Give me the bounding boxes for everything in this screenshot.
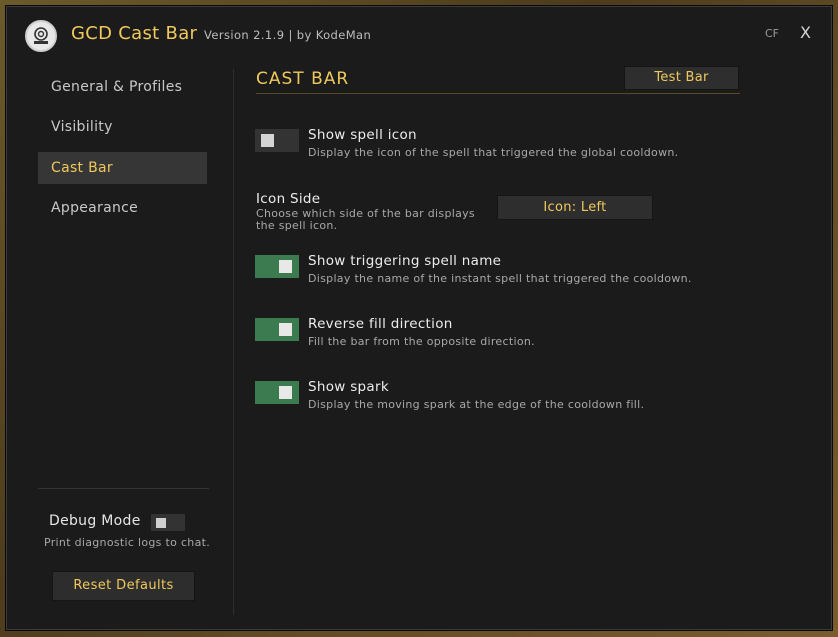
debug-mode-description: Print diagnostic logs to chat.: [44, 536, 211, 549]
sidebar-item-appearance[interactable]: Appearance: [38, 192, 207, 224]
sidebar-item-label: Appearance: [51, 200, 139, 216]
test-bar-button[interactable]: Test Bar: [624, 66, 739, 90]
debug-mode-label: Debug Mode: [49, 513, 141, 529]
addon-logo-icon: [25, 20, 57, 52]
sidebar-item-label: General & Profiles: [51, 79, 183, 95]
toggle-knob: [279, 386, 292, 399]
show-spell-icon-toggle[interactable]: [255, 129, 299, 152]
toggle-knob: [261, 134, 274, 147]
settings-window: GCD Cast Bar Version 2.1.9 | by KodeMan …: [6, 6, 832, 630]
icon-side-label: Icon Side: [256, 191, 321, 207]
section-underline: [256, 93, 740, 94]
show-spark-toggle[interactable]: [255, 381, 299, 404]
show-triggering-spell-name-toggle[interactable]: [255, 255, 299, 278]
reset-defaults-button[interactable]: Reset Defaults: [52, 571, 195, 601]
show-spell-icon-description: Display the icon of the spell that trigg…: [308, 146, 679, 159]
sidebar-item-visibility[interactable]: Visibility: [38, 111, 207, 143]
sidebar-item-label: Cast Bar: [51, 160, 113, 176]
show-spell-icon-label: Show spell icon: [308, 127, 417, 143]
panel-divider: [233, 69, 234, 615]
sidebar-item-label: Visibility: [51, 119, 113, 135]
show-spark-label: Show spark: [308, 379, 389, 395]
reverse-fill-direction-description: Fill the bar from the opposite direction…: [308, 335, 535, 348]
debug-mode-toggle[interactable]: [151, 514, 185, 531]
version-author: Version 2.1.9 | by KodeMan: [204, 28, 372, 42]
app-title: GCD Cast Bar: [71, 23, 198, 44]
cf-button[interactable]: CF: [765, 27, 779, 40]
toggle-knob: [279, 323, 292, 336]
reverse-fill-direction-toggle[interactable]: [255, 318, 299, 341]
show-triggering-spell-name-label: Show triggering spell name: [308, 253, 502, 269]
title-bar: GCD Cast Bar Version 2.1.9 | by KodeMan …: [7, 7, 831, 63]
close-button[interactable]: X: [800, 23, 811, 42]
reverse-fill-direction-label: Reverse fill direction: [308, 316, 453, 332]
section-title: CAST BAR: [256, 69, 350, 89]
icon-side-description: Choose which side of the bar displays th…: [256, 207, 475, 232]
toggle-knob: [156, 518, 166, 528]
sidebar-divider: [38, 488, 209, 489]
sidebar-item-general-profiles[interactable]: General & Profiles: [38, 71, 207, 103]
icon-side-button[interactable]: Icon: Left: [497, 195, 653, 220]
toggle-knob: [279, 260, 292, 273]
sidebar-item-cast-bar[interactable]: Cast Bar: [38, 152, 207, 184]
show-spark-description: Display the moving spark at the edge of …: [308, 398, 645, 411]
show-triggering-spell-name-description: Display the name of the instant spell th…: [308, 272, 692, 285]
